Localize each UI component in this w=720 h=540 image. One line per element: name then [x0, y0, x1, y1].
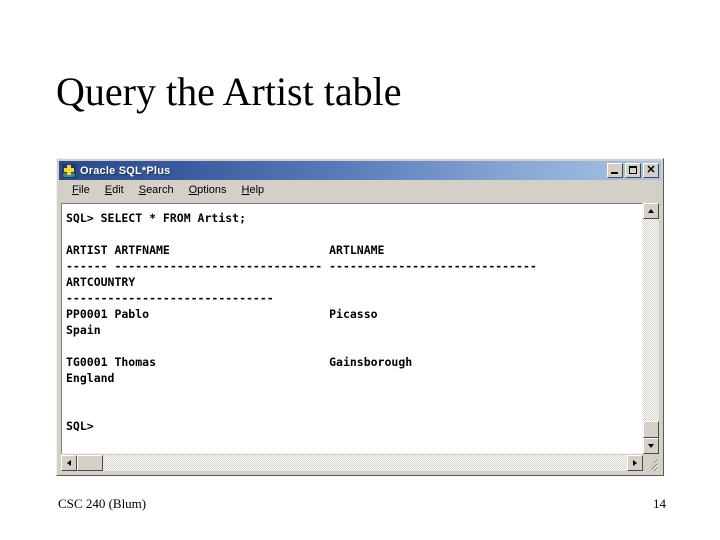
- vertical-scrollbar[interactable]: [643, 203, 659, 454]
- menu-rest-options: ptions: [197, 184, 227, 196]
- menu-accel-file: F: [72, 184, 79, 196]
- title-bar[interactable]: Oracle SQL*Plus ✕: [59, 161, 661, 180]
- horizontal-scroll-track[interactable]: [103, 455, 627, 471]
- terminal-output[interactable]: SQL> SELECT * FROM Artist; ARTIST ARTFNA…: [61, 203, 643, 454]
- client-area: SQL> SELECT * FROM Artist; ARTIST ARTFNA…: [59, 201, 661, 473]
- resize-grip-icon[interactable]: [643, 455, 659, 471]
- client-row: SQL> SELECT * FROM Artist; ARTIST ARTFNA…: [61, 203, 659, 454]
- minimize-button[interactable]: [607, 163, 623, 178]
- slide-canvas: Query the Artist table Oracle SQL*Plus ✕: [0, 0, 720, 540]
- vertical-scroll-track[interactable]: [643, 219, 659, 421]
- menu-item-edit[interactable]: Edit: [98, 183, 132, 197]
- sqlplus-window: Oracle SQL*Plus ✕ File Edit Search Optio…: [56, 158, 664, 476]
- vertical-scroll-thumb[interactable]: [643, 421, 659, 438]
- menu-rest-search: earch: [146, 184, 174, 196]
- menu-item-options[interactable]: Options: [182, 183, 235, 197]
- arrow-down-icon: [648, 444, 654, 448]
- scroll-up-button[interactable]: [643, 203, 659, 219]
- arrow-left-icon: [67, 460, 71, 466]
- menu-item-file[interactable]: File: [65, 183, 98, 197]
- scroll-down-button[interactable]: [643, 438, 659, 454]
- menu-accel-options: O: [188, 184, 198, 196]
- window-controls: ✕: [607, 163, 659, 178]
- footer-course-label: CSC 240 (Blum): [58, 496, 147, 511]
- oracle-sqlplus-icon: [62, 163, 76, 178]
- terminal-text: SQL> SELECT * FROM Artist; ARTIST ARTFNA…: [66, 211, 537, 433]
- menu-rest-help: elp: [249, 184, 265, 196]
- maximize-button[interactable]: [625, 163, 641, 178]
- close-icon[interactable]: ✕: [643, 163, 659, 178]
- scroll-right-button[interactable]: [627, 455, 643, 471]
- menu-rest-edit: dit: [112, 184, 124, 196]
- window-title: Oracle SQL*Plus: [80, 164, 171, 177]
- menu-accel-search: S: [138, 184, 147, 196]
- scroll-left-button[interactable]: [61, 455, 77, 471]
- horizontal-scrollbar-row: [61, 455, 659, 471]
- arrow-right-icon: [633, 460, 637, 466]
- menu-rest-file: ile: [78, 184, 90, 196]
- horizontal-scrollbar[interactable]: [61, 455, 643, 471]
- window-inner: Oracle SQL*Plus ✕ File Edit Search Optio…: [59, 161, 661, 473]
- menu-item-search[interactable]: Search: [132, 183, 182, 197]
- horizontal-scroll-thumb[interactable]: [77, 455, 103, 471]
- menu-accel-edit: E: [104, 184, 113, 196]
- menu-item-help[interactable]: Help: [235, 183, 273, 197]
- page-title: Query the Artist table: [56, 69, 402, 114]
- arrow-up-icon: [648, 209, 654, 213]
- menu-bar: File Edit Search Options Help: [59, 180, 661, 201]
- footer-page-number: 14: [653, 496, 666, 511]
